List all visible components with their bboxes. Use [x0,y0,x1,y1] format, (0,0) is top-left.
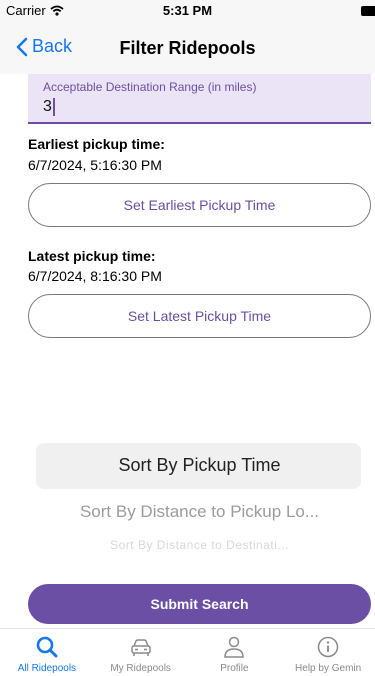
person-icon [224,636,245,658]
sort-option-distance-destination[interactable]: Sort By Distance to Destinati... [28,538,371,552]
tab-label-help: Help by Gemin [295,663,362,674]
text-caret [52,98,55,116]
sort-option-distance-pickup[interactable]: Sort By Distance to Pickup Lo... [28,502,371,522]
tab-label-all-ridepools: All Ridepools [17,663,77,674]
sort-option-pickup-time[interactable]: Sort By Pickup Time [28,455,371,476]
submit-search-button[interactable]: Submit Search [28,584,371,624]
destination-range-label: Acceptable Destination Range (in miles) [43,80,257,94]
tab-label-profile: Profile [220,663,249,674]
latest-pickup-value: 6/7/2024, 8:16:30 PM [28,268,162,284]
navigation-bar: Back Filter Ridepools [0,22,375,74]
destination-range-input[interactable]: 3 [43,98,55,116]
earliest-pickup-label: Earliest pickup time: [28,136,165,152]
status-bar: Carrier 5:31 PM [0,0,375,22]
car-icon [130,639,151,656]
search-icon [36,636,58,658]
tab-help[interactable]: Help by Gemin [281,629,375,676]
set-earliest-pickup-button[interactable]: Set Earliest Pickup Time [28,183,371,227]
set-latest-pickup-button[interactable]: Set Latest Pickup Time [28,294,371,338]
page-title: Filter Ridepools [119,38,256,58]
info-icon [317,636,339,658]
destination-range-field[interactable]: Acceptable Destination Range (in miles) … [28,74,371,124]
battery-icon [361,6,375,16]
tab-my-ridepools[interactable]: My Ridepools [94,629,188,676]
tab-profile[interactable]: Profile [188,629,282,676]
tab-bar: All Ridepools My Ridepools Profile Help … [0,628,375,676]
sort-picker[interactable]: Sort By Pickup Time Sort By Distance to … [28,440,371,560]
tab-label-my-ridepools: My Ridepools [110,663,171,674]
latest-pickup-label: Latest pickup time: [28,248,156,264]
destination-range-value: 3 [43,98,52,116]
tab-all-ridepools[interactable]: All Ridepools [0,629,94,676]
status-time: 5:31 PM [162,3,213,18]
earliest-pickup-value: 6/7/2024, 5:16:30 PM [28,157,162,173]
